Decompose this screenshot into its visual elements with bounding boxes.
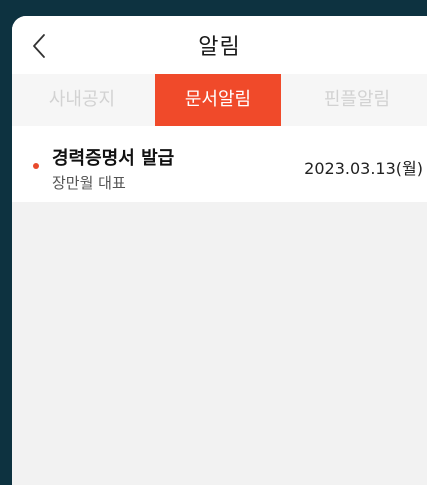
tab-bar: 사내공지 문서알림 핀플알림 <box>12 74 427 126</box>
unread-indicator <box>33 163 39 169</box>
notification-title: 경력증명서 발급 <box>52 148 175 169</box>
notification-item[interactable]: 경력증명서 발급 장만월 대표 2023.03.13(월) <box>12 126 427 202</box>
tab-company-notice[interactable]: 사내공지 <box>12 74 152 126</box>
device-frame: 알림 사내공지 문서알림 핀플알림 경력증명서 발급 장만월 대표 2023.0… <box>0 0 427 485</box>
notification-sender: 장만월 대표 <box>52 174 126 192</box>
app-header: 알림 <box>12 16 427 74</box>
tab-pinple-alerts[interactable]: 핀플알림 <box>287 74 427 126</box>
notification-date: 2023.03.13(월) <box>304 159 423 178</box>
app-screen: 알림 사내공지 문서알림 핀플알림 경력증명서 발급 장만월 대표 2023.0… <box>12 16 427 485</box>
page-title: 알림 <box>198 35 241 60</box>
tab-document-alerts[interactable]: 문서알림 <box>155 74 281 126</box>
